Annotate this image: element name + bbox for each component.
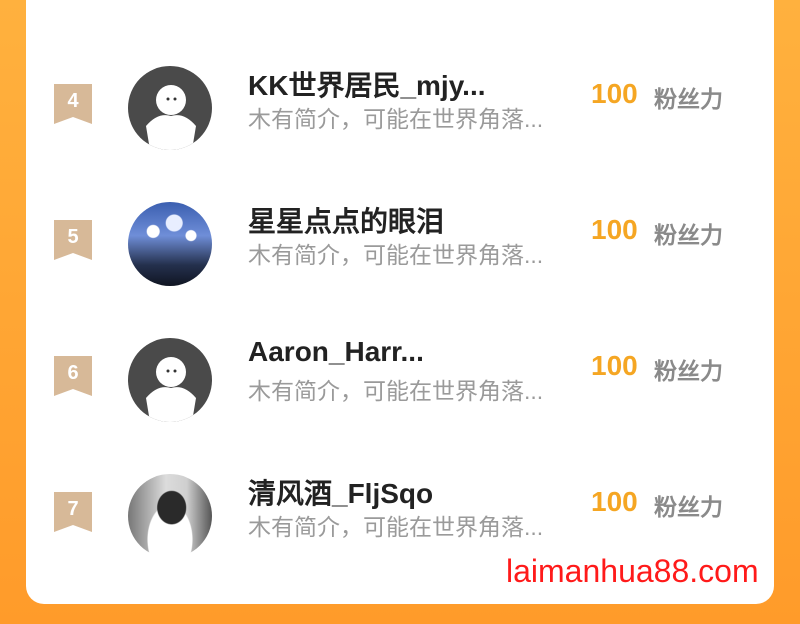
- rank-number: 7: [67, 498, 79, 520]
- username[interactable]: Aaron_Harr...: [248, 336, 424, 368]
- fans-label: 粉丝力: [654, 358, 723, 384]
- fans-count: 100: [591, 214, 638, 245]
- username[interactable]: 星星点点的眼泪: [248, 200, 444, 240]
- default-avatar-icon: [146, 357, 196, 422]
- fans-count: 100: [591, 350, 638, 381]
- user-bio: 木有简介，可能在世界角落...: [248, 242, 544, 268]
- rank-number: 4: [67, 90, 79, 112]
- ranking-row[interactable]: 4 KK世界居民_mjy... 木有简介，可能在世界角落... 100 粉丝力: [26, 66, 774, 184]
- user-bio: 木有简介，可能在世界角落...: [248, 514, 544, 540]
- rank-badge: 4: [54, 84, 92, 124]
- fans-label: 粉丝力: [654, 494, 723, 520]
- rank-number: 5: [67, 226, 79, 248]
- username[interactable]: 清风酒_FljSqo: [248, 472, 433, 512]
- site-watermark: laimanhua88.com: [506, 553, 759, 589]
- ranking-row[interactable]: 6 Aaron_Harr... 木有简介，可能在世界角落... 100 粉丝力: [26, 336, 774, 456]
- default-avatar-icon: [146, 85, 196, 150]
- user-bio: 木有简介，可能在世界角落...: [248, 106, 544, 132]
- rank-number: 6: [67, 362, 79, 384]
- rank-badge: 6: [54, 356, 92, 396]
- user-avatar[interactable]: [128, 202, 212, 286]
- username[interactable]: KK世界居民_mjy...: [248, 64, 486, 104]
- fans-count: 100: [591, 486, 638, 517]
- fans-count: 100: [591, 78, 638, 109]
- user-avatar[interactable]: [128, 338, 212, 422]
- user-avatar[interactable]: [128, 474, 212, 558]
- fans-label: 粉丝力: [654, 222, 723, 248]
- user-avatar[interactable]: [128, 66, 212, 150]
- user-bio: 木有简介，可能在世界角落...: [248, 378, 544, 404]
- rank-badge: 7: [54, 492, 92, 532]
- fans-label: 粉丝力: [654, 86, 723, 112]
- rank-badge: 5: [54, 220, 92, 260]
- fans-ranking-card: 4 KK世界居民_mjy... 木有简介，可能在世界角落... 100 粉丝力 …: [26, 0, 774, 604]
- ranking-row[interactable]: 5 星星点点的眼泪 木有简介，可能在世界角落... 100 粉丝力: [26, 202, 774, 320]
